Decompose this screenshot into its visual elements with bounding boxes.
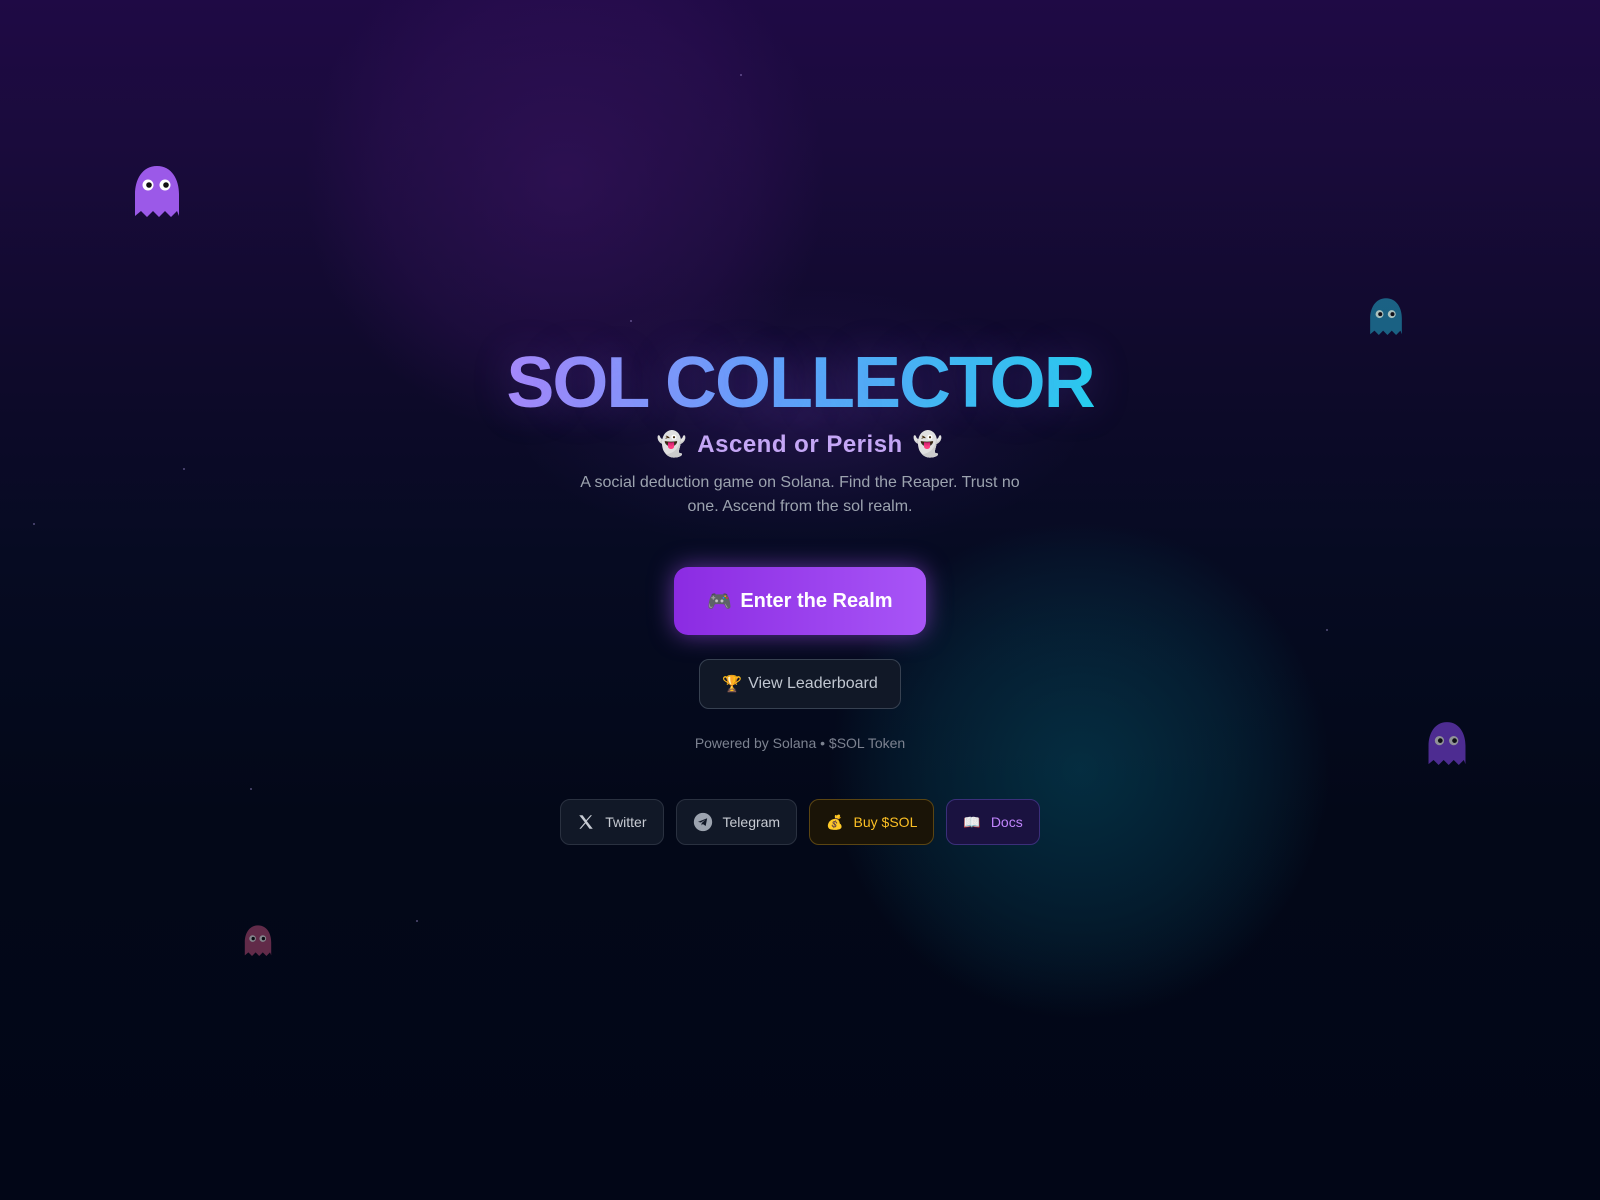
docs-label: Docs (990, 814, 1023, 830)
landing-page: SOL COLLECTOR 👻 Ascend or Perish 👻 A soc… (0, 0, 1600, 1200)
enter-realm-button[interactable]: 🎮 Enter the Realm (674, 567, 926, 635)
telegram-link[interactable]: Telegram (675, 799, 798, 845)
social-links: Twitter Telegram 💰 Buy $SOL 📖 Docs (560, 799, 1040, 845)
gamepad-icon: 🎮 (707, 590, 733, 613)
ghost-emoji-icon: 👻 (656, 431, 688, 458)
page-title: SOL COLLECTOR (506, 340, 1095, 426)
star (416, 920, 418, 922)
hero: SOL COLLECTOR 👻 Ascend or Perish 👻 A soc… (0, 0, 1600, 845)
powered-by-text: Powered by Solana • $SOL Token (694, 735, 906, 751)
trophy-icon: 🏆 (722, 676, 743, 693)
ghost-emoji-icon: 👻 (912, 431, 944, 458)
book-icon: 📖 (963, 813, 981, 830)
buy-sol-label: Buy $SOL (853, 814, 918, 830)
ghost-icon (243, 924, 273, 958)
tagline: 👻 Ascend or Perish 👻 (657, 430, 943, 459)
telegram-icon (693, 812, 713, 832)
view-leaderboard-button[interactable]: 🏆 View Leaderboard (699, 659, 901, 709)
x-icon (577, 813, 595, 831)
telegram-label: Telegram (722, 814, 781, 830)
tagline-text: Ascend or Perish (697, 430, 903, 458)
docs-link[interactable]: 📖 Docs (946, 799, 1040, 845)
twitter-label: Twitter (605, 814, 647, 830)
enter-realm-label: Enter the Realm (740, 589, 893, 612)
description: A social deduction game on Solana. Find … (580, 474, 1020, 515)
view-leaderboard-label: View Leaderboard (748, 675, 878, 692)
money-bag-icon: 💰 (826, 813, 844, 830)
buy-sol-link[interactable]: 💰 Buy $SOL (809, 799, 935, 845)
twitter-link[interactable]: Twitter (560, 799, 664, 845)
